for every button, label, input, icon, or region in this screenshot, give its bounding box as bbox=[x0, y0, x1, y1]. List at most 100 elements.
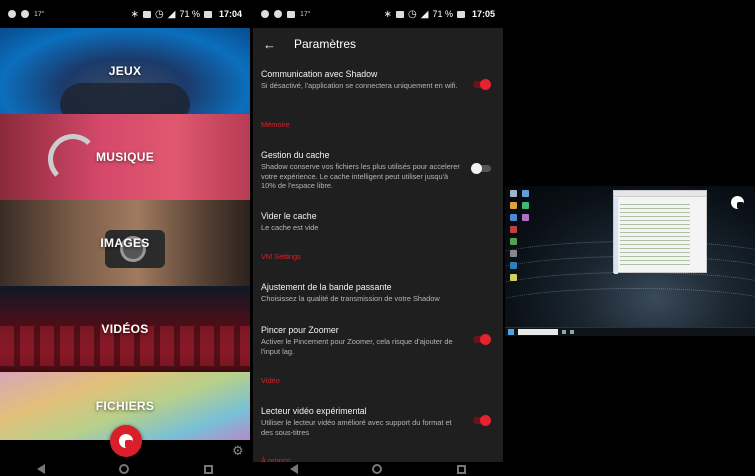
battery-percent: 71 % bbox=[179, 9, 200, 19]
tile-images-label: IMAGES bbox=[100, 236, 150, 250]
page-title: Paramètres bbox=[294, 37, 357, 51]
tile-files-label: FICHIERS bbox=[95, 399, 155, 413]
tile-videos[interactable]: VIDÉOS bbox=[0, 286, 250, 372]
setting-pinch-zoom-subtitle: Activer le Pincement pour Zoomer, cela r… bbox=[261, 337, 453, 356]
tile-music[interactable]: MUSIQUE bbox=[0, 114, 250, 200]
explorer-window[interactable] bbox=[613, 190, 707, 274]
setting-bandwidth-subtitle: Choisissez la qualité de transmission de… bbox=[261, 294, 440, 303]
video-player-toggle[interactable] bbox=[471, 413, 493, 427]
tile-images[interactable]: IMAGES bbox=[0, 200, 250, 286]
tile-games-label: JEUX bbox=[108, 64, 142, 78]
section-memory: Mémoire bbox=[261, 120, 290, 129]
window-titlebar[interactable] bbox=[614, 191, 706, 197]
nav-recents-icon[interactable] bbox=[203, 464, 213, 474]
bluetooth-icon: ∗ bbox=[130, 8, 140, 20]
shadow-launch-button[interactable] bbox=[110, 425, 142, 457]
gallery-icon bbox=[287, 10, 295, 18]
signal-icon: ◢ bbox=[167, 8, 176, 20]
battery-percent: 71 % bbox=[432, 9, 453, 19]
signal-icon: ◢ bbox=[420, 8, 429, 20]
tile-videos-label: VIDÉOS bbox=[101, 322, 149, 336]
pinch-zoom-toggle[interactable] bbox=[471, 332, 493, 346]
setting-pinch-zoom-title: Pincer pour Zoomer bbox=[261, 325, 339, 335]
vibrate-icon bbox=[143, 10, 152, 18]
setting-pinch-zoom[interactable]: Pincer pour Zoomer Activer le Pincement … bbox=[261, 324, 497, 356]
bluetooth-icon: ∗ bbox=[383, 8, 393, 20]
remote-desktop-view[interactable] bbox=[505, 186, 755, 336]
setting-video-player-subtitle: Utiliser le lecteur vidéo amélioré avec … bbox=[261, 418, 452, 437]
status-bar: 17° ∗ ◷ ◢ 71 % 17:05 bbox=[253, 0, 503, 28]
section-vm-settings: VM Settings bbox=[261, 252, 301, 261]
setting-bandwidth[interactable]: Ajustement de la bande passante Choisiss… bbox=[261, 281, 497, 304]
battery-icon bbox=[203, 10, 212, 18]
windows-taskbar bbox=[505, 327, 755, 336]
android-nav-bar bbox=[0, 462, 250, 476]
status-bar: 17° ∗ ◷ ◢ 71 % 17:04 bbox=[0, 0, 250, 28]
setting-clear-cache-title: Vider le cache bbox=[261, 211, 317, 221]
desktop-shortcut-icon[interactable] bbox=[510, 250, 517, 257]
headphones-image bbox=[48, 134, 98, 184]
desktop-shortcut-icon[interactable] bbox=[510, 262, 517, 269]
setting-video-player[interactable]: Lecteur vidéo expérimental Utiliser le l… bbox=[261, 405, 497, 437]
wallpaper-wave bbox=[505, 288, 755, 328]
remote-desktop-screen bbox=[505, 0, 755, 476]
shadow-logo-icon[interactable] bbox=[731, 196, 744, 209]
desktop-shortcut-icon[interactable] bbox=[510, 226, 517, 233]
section-video: Vidéo bbox=[261, 376, 280, 385]
nav-back-icon[interactable] bbox=[37, 464, 46, 474]
desktop-shortcut-icon[interactable] bbox=[510, 238, 517, 245]
notification-icon bbox=[274, 10, 282, 18]
desktop-shortcut-icon[interactable] bbox=[522, 190, 529, 197]
window-sidebar bbox=[614, 198, 618, 274]
communication-toggle[interactable] bbox=[471, 77, 493, 91]
nav-back-icon[interactable] bbox=[290, 464, 299, 474]
messenger-icon bbox=[261, 10, 269, 18]
desktop-shortcut-icon[interactable] bbox=[510, 214, 517, 221]
setting-communication-subtitle: Si désactivé, l'application se connecter… bbox=[261, 81, 458, 90]
settings-toolbar: ← Paramètres bbox=[253, 28, 503, 60]
cache-toggle[interactable] bbox=[471, 161, 493, 175]
nav-home-icon[interactable] bbox=[372, 464, 383, 474]
setting-video-player-title: Lecteur vidéo expérimental bbox=[261, 406, 367, 416]
nav-home-icon[interactable] bbox=[119, 464, 130, 474]
notification-icon bbox=[21, 10, 29, 18]
settings-screen: 17° ∗ ◷ ◢ 71 % 17:05 ← Paramètres Commun… bbox=[253, 0, 503, 476]
vibrate-icon bbox=[396, 10, 405, 18]
gear-icon[interactable]: ⚙ bbox=[232, 443, 244, 459]
home-screen: 17° ∗ ◷ ◢ 71 % 17:04 JEUX MUSIQUE IMAGES… bbox=[0, 0, 250, 476]
status-time: 17:05 bbox=[471, 9, 495, 19]
taskbar-search-box[interactable] bbox=[518, 329, 558, 335]
window-file-tree bbox=[620, 201, 690, 267]
status-temperature: 17° bbox=[300, 10, 311, 18]
desktop-icons-column-2 bbox=[520, 190, 529, 226]
tile-games[interactable]: JEUX bbox=[0, 28, 250, 114]
recycle-bin-icon[interactable] bbox=[510, 190, 517, 197]
status-temperature: 17° bbox=[34, 10, 45, 18]
desktop-shortcut-icon[interactable] bbox=[522, 214, 529, 221]
desktop-shortcut-icon[interactable] bbox=[510, 274, 517, 281]
setting-cache-management[interactable]: Gestion du cache Shadow conserve vos fic… bbox=[261, 149, 497, 191]
setting-communication[interactable]: Communication avec Shadow Si désactivé, … bbox=[261, 68, 497, 91]
desktop-shortcut-icon[interactable] bbox=[522, 202, 529, 209]
windows-start-icon[interactable] bbox=[508, 329, 514, 335]
messenger-icon bbox=[8, 10, 16, 18]
taskbar-app-icon[interactable] bbox=[562, 330, 566, 334]
setting-cache-management-title: Gestion du cache bbox=[261, 150, 330, 160]
setting-clear-cache-subtitle: Le cache est vide bbox=[261, 223, 319, 232]
desktop-shortcut-icon[interactable] bbox=[510, 202, 517, 209]
tile-music-label: MUSIQUE bbox=[95, 150, 155, 164]
nav-recents-icon[interactable] bbox=[456, 464, 466, 474]
setting-cache-management-subtitle: Shadow conserve vos fichiers les plus ut… bbox=[261, 162, 460, 191]
battery-icon bbox=[456, 10, 465, 18]
alarm-icon: ◷ bbox=[408, 8, 417, 20]
setting-bandwidth-title: Ajustement de la bande passante bbox=[261, 282, 392, 292]
status-time: 17:04 bbox=[218, 9, 242, 19]
android-nav-bar bbox=[253, 462, 503, 476]
shadow-logo-icon bbox=[119, 434, 133, 448]
back-arrow-icon[interactable]: ← bbox=[263, 37, 283, 52]
setting-communication-title: Communication avec Shadow bbox=[261, 69, 378, 79]
alarm-icon: ◷ bbox=[155, 8, 164, 20]
taskbar-app-icon[interactable] bbox=[570, 330, 574, 334]
gamepad-image bbox=[60, 83, 190, 114]
setting-clear-cache[interactable]: Vider le cache Le cache est vide bbox=[261, 210, 497, 233]
